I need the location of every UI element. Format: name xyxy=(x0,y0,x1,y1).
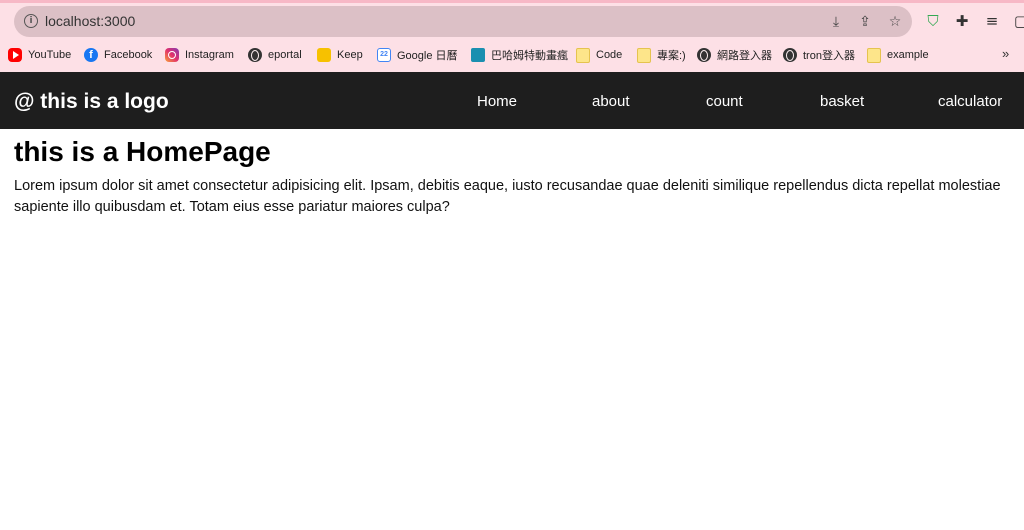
address-bar[interactable]: i localhost:3000 ⤓ ⇪ ☆ xyxy=(14,6,912,37)
facebook-icon: f xyxy=(84,48,98,62)
page-body-text: Lorem ipsum dolor sit amet consectetur a… xyxy=(14,178,1001,215)
share-icon[interactable]: ⇪ xyxy=(857,14,873,30)
bookmark-keep[interactable]: Keep xyxy=(317,46,363,64)
folder-icon xyxy=(637,47,651,63)
more-bookmarks-button[interactable]: » xyxy=(1002,46,1009,61)
instagram-icon xyxy=(165,48,179,62)
url-text[interactable]: localhost:3000 xyxy=(45,13,135,29)
globe-icon xyxy=(248,48,262,62)
side-panel-icon[interactable]: ▢ xyxy=(1012,12,1024,30)
bookmark-youtube[interactable]: YouTube xyxy=(8,46,71,64)
nav-link-calculator[interactable]: calculator xyxy=(938,93,1002,110)
bookmark-folder-example[interactable]: example xyxy=(867,46,929,64)
youtube-icon xyxy=(8,48,22,62)
nav-link-basket[interactable]: basket xyxy=(820,93,864,110)
bookmark-instagram[interactable]: Instagram xyxy=(165,46,234,64)
bookmark-bahamut[interactable]: 巴哈姆特動畫瘋 xyxy=(471,46,568,64)
nav-link-home[interactable]: Home xyxy=(477,93,517,110)
reading-list-icon[interactable]: ≡ xyxy=(983,12,1001,30)
bookmarks-bar: YouTube f Facebook Instagram eportal Keep… xyxy=(0,44,1024,66)
bookmark-facebook[interactable]: f Facebook xyxy=(84,46,152,64)
folder-icon xyxy=(576,47,590,63)
site-logo[interactable]: @ this is a logo xyxy=(14,90,169,114)
globe-icon xyxy=(697,48,711,62)
site-navbar: @ this is a logo Home about count basket… xyxy=(0,72,1024,129)
keep-icon xyxy=(317,48,331,62)
globe-icon xyxy=(783,48,797,62)
nav-link-about[interactable]: about xyxy=(592,93,630,110)
bookmark-tron-login[interactable]: tron登入器 xyxy=(783,46,855,64)
bookmark-eportal[interactable]: eportal xyxy=(248,46,302,64)
bookmark-network-login[interactable]: 網路登入器 xyxy=(697,46,772,64)
site-info-icon[interactable]: i xyxy=(24,14,38,28)
nav-link-count[interactable]: count xyxy=(706,93,743,110)
folder-icon xyxy=(867,47,881,63)
bookmark-google-calendar[interactable]: 22 Google 日曆 xyxy=(377,46,458,64)
page-title: this is a HomePage xyxy=(14,136,271,167)
bookmark-folder-code[interactable]: Code xyxy=(576,46,622,64)
extensions-puzzle-icon[interactable]: ✚ xyxy=(953,12,971,30)
bahamut-icon xyxy=(471,48,485,62)
google-calendar-icon: 22 xyxy=(377,48,391,62)
tab-strip-edge xyxy=(0,0,1024,3)
install-app-icon[interactable]: ⤓ xyxy=(828,14,844,30)
bookmark-star-icon[interactable]: ☆ xyxy=(887,14,903,30)
browser-chrome: i localhost:3000 ⤓ ⇪ ☆ ⛉ ✚ ≡ ▢ YouTube f… xyxy=(0,0,1024,72)
shield-extension-icon[interactable]: ⛉ xyxy=(924,12,942,30)
bookmark-folder-project[interactable]: 專案:) xyxy=(637,46,686,64)
